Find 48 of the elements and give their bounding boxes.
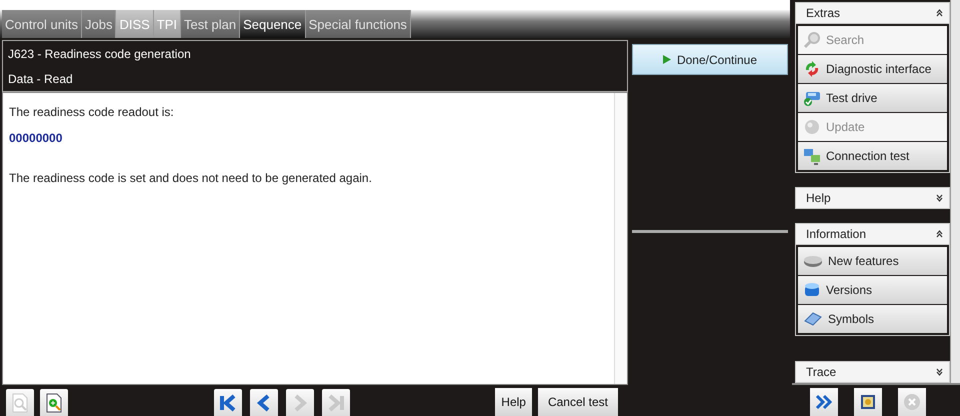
sidebar-item[interactable]: Test drive <box>798 84 947 112</box>
previous-button[interactable] <box>250 389 278 416</box>
step-subtitle: Data - Read <box>8 72 74 86</box>
group-title: Trace <box>806 365 836 379</box>
scrollbar[interactable] <box>950 0 960 383</box>
group-title: Information <box>806 227 866 241</box>
group-header[interactable]: Help <box>795 187 950 209</box>
group-title: Extras <box>806 6 840 20</box>
expand-icon <box>936 368 943 376</box>
zoom-in-icon <box>45 392 63 412</box>
zoom-out-icon <box>11 392 29 412</box>
sidebar-item[interactable]: Versions <box>798 276 947 304</box>
collapse-icon <box>936 9 943 17</box>
magnifier-icon <box>803 31 821 49</box>
forward-button[interactable] <box>810 388 838 416</box>
step-title: J623 - Readiness code generation <box>8 46 192 60</box>
frame-icon <box>859 393 877 411</box>
play-icon <box>662 55 671 64</box>
done-continue-button[interactable]: Done/Continue <box>632 44 788 75</box>
sidebar-item[interactable]: Symbols <box>798 305 947 333</box>
close-icon <box>903 393 921 411</box>
circular-arrows-icon <box>803 60 821 78</box>
help-button[interactable]: Help <box>495 388 532 416</box>
cancel-test-button[interactable]: Cancel test <box>538 388 618 416</box>
message-text: The readiness code readout is: <box>9 105 175 119</box>
sidebar-item[interactable]: Connection test <box>798 142 947 170</box>
last-icon <box>326 392 346 412</box>
car-check-icon <box>803 89 821 107</box>
cylinder-icon <box>803 281 821 299</box>
frame-button[interactable] <box>854 388 882 416</box>
message-text: The readiness code is set and does not need to be generated again. <box>9 171 373 185</box>
first-icon <box>218 392 238 412</box>
readout-value: 00000000 <box>9 131 64 145</box>
group-header[interactable]: Extras <box>795 2 950 24</box>
expand-icon <box>936 194 943 202</box>
sphere-icon <box>803 118 821 136</box>
sidebar-item[interactable]: New features <box>798 247 947 275</box>
zoom-in-button[interactable] <box>40 389 68 416</box>
first-button[interactable] <box>214 389 242 416</box>
disc-icon <box>803 254 823 268</box>
tab[interactable]: Sequence <box>240 10 306 38</box>
group-header[interactable]: Information <box>795 223 950 245</box>
computers-icon <box>803 147 821 165</box>
sidebar-item[interactable]: Diagnostic interface <box>798 55 947 83</box>
collapse-icon <box>936 230 943 238</box>
group-header[interactable]: Trace <box>795 361 950 383</box>
double-chevron-icon <box>815 394 833 410</box>
group-title: Help <box>806 191 831 205</box>
